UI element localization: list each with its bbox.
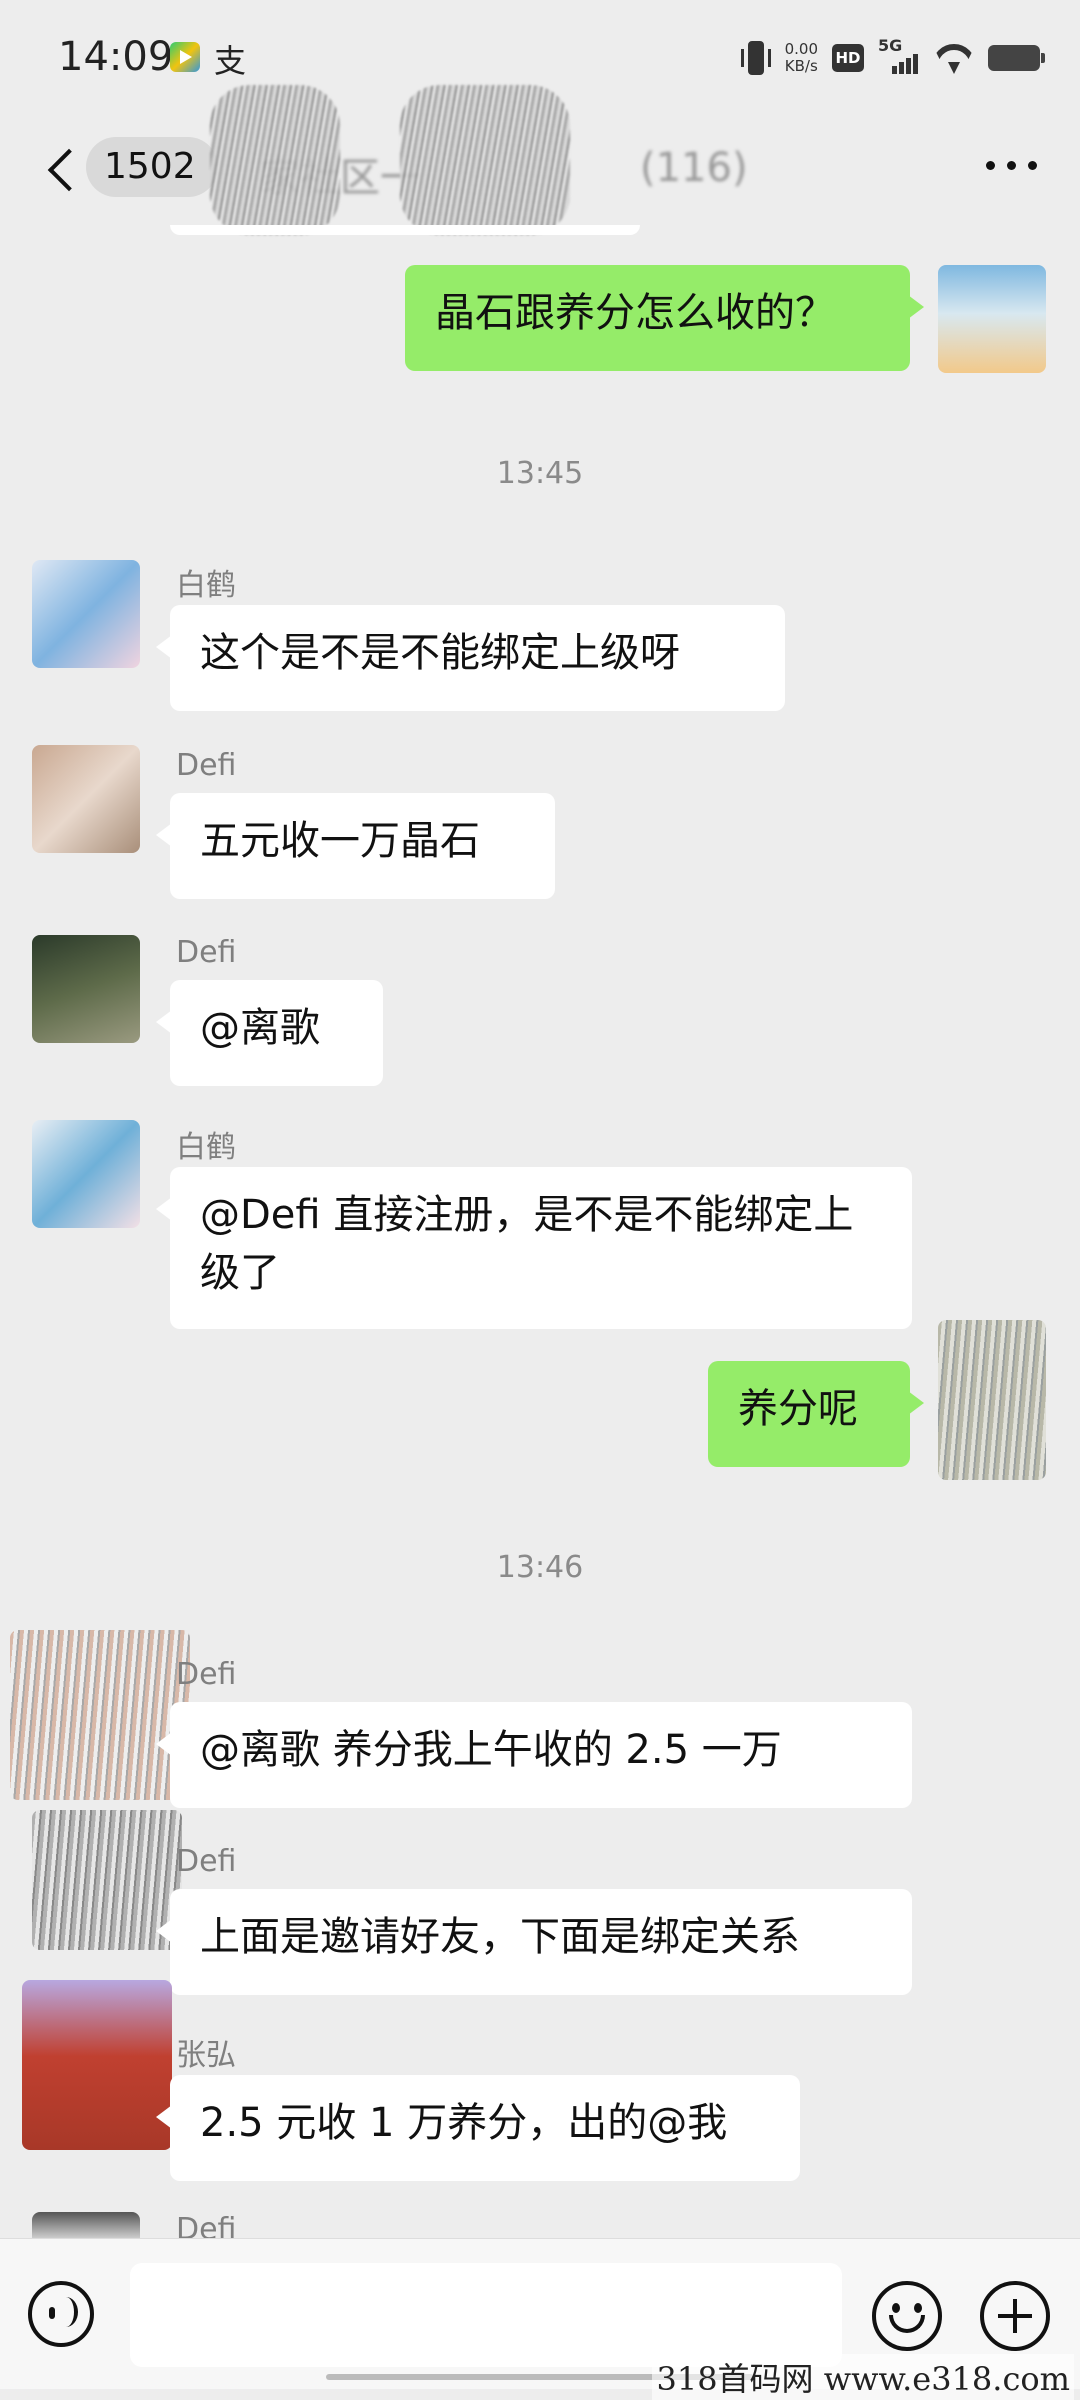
more-icon[interactable] xyxy=(986,155,1038,175)
message-bubble[interactable]: 这个是不是不能绑定上级呀 xyxy=(156,605,785,711)
avatar-defi[interactable] xyxy=(32,935,140,1043)
back-icon[interactable] xyxy=(44,143,84,197)
sender-name: Defi xyxy=(176,748,237,783)
message-text: 上面是邀请好友，下面是绑定关系 xyxy=(200,1914,800,1960)
avatar-zhang-hong[interactable] xyxy=(22,1980,172,2150)
status-time: 14:09 xyxy=(58,34,174,80)
message-bubble[interactable]: 五元收一万晶石 xyxy=(156,793,555,899)
sender-name: 张弘 xyxy=(176,2038,236,2073)
message-text: 养分呢 xyxy=(738,1386,858,1432)
sender-name: 白鹤 xyxy=(176,568,236,603)
avatar-bai-he[interactable] xyxy=(32,1120,140,1228)
message-bubble[interactable]: @Defi 直接注册，是不是不能绑定上级了 xyxy=(156,1167,912,1329)
net-speed-unit: KB/s xyxy=(784,57,818,75)
avatar-bai-he[interactable] xyxy=(32,560,140,668)
message-text: @离歌 xyxy=(200,1005,320,1051)
message-bubble[interactable]: @离歌 养分我上午收的 2.5 一万 xyxy=(156,1702,912,1808)
video-app-icon xyxy=(170,42,200,72)
hd-icon: HD xyxy=(832,44,864,72)
watermark: 318首码网 www.e318.com xyxy=(652,2354,1074,2400)
vibrate-icon xyxy=(740,39,771,77)
message-bubble[interactable]: 2.5 元收 1 万养分，出的@我 xyxy=(156,2075,800,2181)
sender-name: Defi xyxy=(176,935,237,970)
network-type: 5G xyxy=(878,36,903,55)
message-text: 五元收一万晶石 xyxy=(200,818,480,864)
message-bubble-self[interactable]: 养分呢 xyxy=(708,1361,924,1467)
message-bubble[interactable]: 上面是邀请好友，下面是绑定关系 xyxy=(156,1889,912,1995)
sender-name: Defi xyxy=(176,1844,237,1879)
avatar-self[interactable] xyxy=(938,1320,1046,1480)
chat-header: 1502 家社区一 (116) xyxy=(0,85,1080,235)
redaction-scribble xyxy=(210,85,340,235)
avatar-defi[interactable] xyxy=(32,2212,140,2238)
message-text: 这个是不是不能绑定上级呀 xyxy=(200,630,680,676)
signal-icon: 5G xyxy=(878,36,920,74)
alipay-icon: 支 xyxy=(214,42,247,80)
message-input[interactable] xyxy=(130,2263,842,2367)
voice-icon[interactable] xyxy=(28,2281,94,2347)
unread-count-badge[interactable]: 1502 xyxy=(86,137,218,197)
message-bubble-self[interactable]: 晶石跟养分怎么收的？ xyxy=(405,265,924,371)
avatar-defi[interactable] xyxy=(32,745,140,853)
message-text: 2.5 元收 1 万养分，出的@我 xyxy=(200,2100,728,2146)
battery-icon xyxy=(988,45,1045,71)
sender-name: Defi xyxy=(176,2212,237,2238)
message-text: 晶石跟养分怎么收的？ xyxy=(435,290,835,336)
sender-name: Defi xyxy=(176,1657,237,1692)
message-text: @Defi 直接注册，是不是不能绑定上级了 xyxy=(200,1192,854,1296)
avatar-self[interactable] xyxy=(938,265,1046,373)
network-speed: 0.00 KB/s xyxy=(785,41,818,75)
sender-name: 白鹤 xyxy=(176,1130,236,1165)
plus-icon[interactable] xyxy=(980,2281,1050,2351)
emoji-icon[interactable] xyxy=(872,2281,942,2351)
net-speed-value: 0.00 xyxy=(784,40,818,58)
message-text: @离歌 养分我上午收的 2.5 一万 xyxy=(200,1727,782,1773)
avatar-defi[interactable] xyxy=(10,1630,190,1800)
redaction-scribble xyxy=(400,85,570,235)
wifi-icon xyxy=(934,42,974,74)
time-separator: 13:46 xyxy=(496,1550,584,1585)
time-separator: 13:45 xyxy=(496,456,584,491)
member-count: (116) xyxy=(640,145,748,191)
message-bubble[interactable]: @离歌 xyxy=(156,980,383,1086)
partial-message-bubble xyxy=(170,225,640,235)
